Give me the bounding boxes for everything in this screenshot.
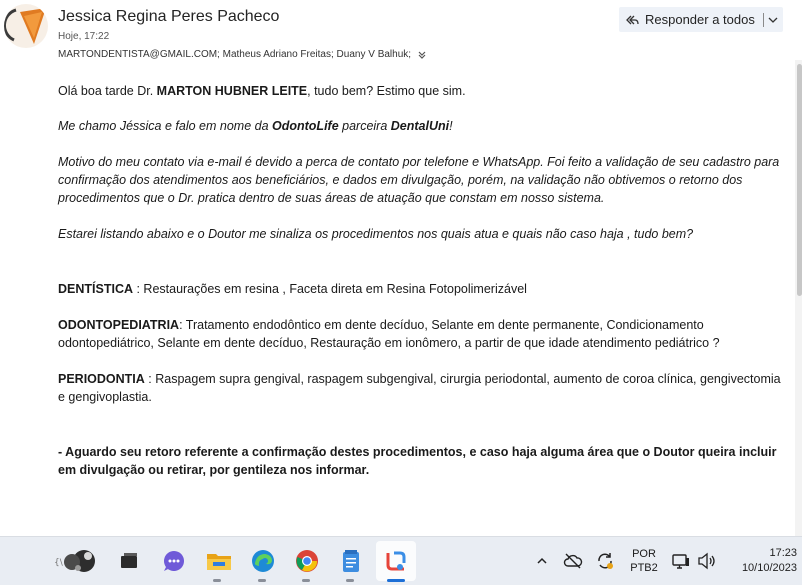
clock-time: 17:23	[769, 547, 797, 559]
greeting-paragraph: Olá boa tarde Dr. MARTON HUBNER LEITE, t…	[58, 82, 788, 100]
greeting-name: MARTON HUBNER LEITE	[156, 84, 308, 98]
odontopediatria-paragraph: ODONTOPEDIATRIA: Tratamento endodôntico …	[58, 316, 788, 352]
taskbar: {\ POR PTB2 17:23 10/10/2023	[0, 536, 802, 585]
sync-icon[interactable]	[590, 546, 620, 576]
taskbar-clock[interactable]: 17:23 10/10/2023	[723, 546, 797, 576]
expand-recipients-icon[interactable]	[417, 50, 427, 60]
dentistica-label: DENTÍSTICA	[58, 282, 133, 296]
chevron-up-icon[interactable]	[527, 546, 557, 576]
odontopediatria-label: ODONTOPEDIATRIA	[58, 318, 180, 332]
chrome-running-dot	[302, 579, 310, 582]
teams-chat-icon[interactable]	[159, 546, 189, 576]
greeting-prefix: Olá boa tarde Dr.	[58, 84, 157, 98]
snipping-tool-icon[interactable]	[381, 546, 411, 576]
notepad-running-dot	[346, 579, 354, 582]
dentistica-paragraph: DENTÍSTICA : Restaurações em resina , Fa…	[58, 280, 788, 298]
edge-running-dot	[258, 579, 266, 582]
edge-icon[interactable]	[248, 546, 278, 576]
file-explorer-icon[interactable]	[204, 546, 234, 576]
intro-suffix: !	[449, 119, 453, 133]
greeting-suffix: , tudo bem? Estimo que sim.	[307, 84, 466, 98]
file-explorer-running-dot	[213, 579, 221, 582]
closing-paragraph: - Aguardo seu retoro referente a confirm…	[58, 445, 777, 477]
periodontia-paragraph: PERIODONTIA : Raspagem supra gengival, r…	[58, 370, 788, 406]
keyboard-layout: PTB2	[630, 562, 658, 574]
cloud-offline-icon[interactable]	[558, 546, 588, 576]
widgets-icon[interactable]: {\	[52, 546, 98, 576]
email-date: Hoje, 17:22	[58, 31, 110, 42]
email-header: Jessica Regina Peres Pacheco Hoje, 17:22…	[0, 0, 802, 70]
intro-partner: DentalUni	[390, 119, 450, 133]
periodontia-text: : Raspagem supra gengival, raspagem subg…	[58, 372, 781, 404]
intro-paragraph: Me chamo Jéssica e falo em nome da Odont…	[58, 117, 788, 135]
input-language-indicator[interactable]: POR PTB2	[626, 547, 662, 575]
notepad-icon[interactable]	[336, 546, 366, 576]
language-code: POR	[632, 548, 656, 560]
volume-icon[interactable]	[692, 546, 722, 576]
sender-logo-icon	[4, 8, 46, 44]
clock-date: 10/10/2023	[741, 562, 797, 574]
svg-text:{\: {\	[54, 558, 64, 568]
dentistica-text: : Restaurações em resina , Faceta direta…	[133, 282, 527, 296]
sender-name: Jessica Regina Peres Pacheco	[58, 8, 280, 25]
recipients-line: MARTONDENTISTA@GMAIL.COM; Matheus Adrian…	[58, 49, 427, 60]
periodontia-label: PERIODONTIA	[58, 372, 145, 386]
reply-all-button[interactable]: Responder a todos	[619, 7, 783, 32]
intro-company: OdontoLife	[272, 119, 339, 133]
intro-prefix: Me chamo Jéssica e falo em nome da	[58, 119, 272, 133]
chrome-icon[interactable]	[292, 546, 322, 576]
reply-all-icon	[626, 15, 639, 24]
button-divider	[762, 12, 764, 27]
intro-middle: parceira	[338, 119, 391, 133]
reply-all-label: Responder a todos	[645, 12, 755, 27]
sender-avatar[interactable]	[4, 4, 48, 48]
reason-paragraph: Motivo do meu contato via e-mail é devid…	[58, 155, 780, 205]
chevron-down-icon[interactable]	[768, 15, 778, 25]
task-view-icon[interactable]	[114, 546, 144, 576]
recipients-list: MARTONDENTISTA@GMAIL.COM; Matheus Adrian…	[58, 49, 412, 60]
listing-paragraph: Estarei listando abaixo e o Doutor me si…	[58, 227, 694, 241]
scrollbar-thumb[interactable]	[797, 64, 802, 296]
email-body: Olá boa tarde Dr. MARTON HUBNER LEITE, t…	[58, 82, 788, 479]
snipping-tool-active-dot	[387, 579, 405, 582]
